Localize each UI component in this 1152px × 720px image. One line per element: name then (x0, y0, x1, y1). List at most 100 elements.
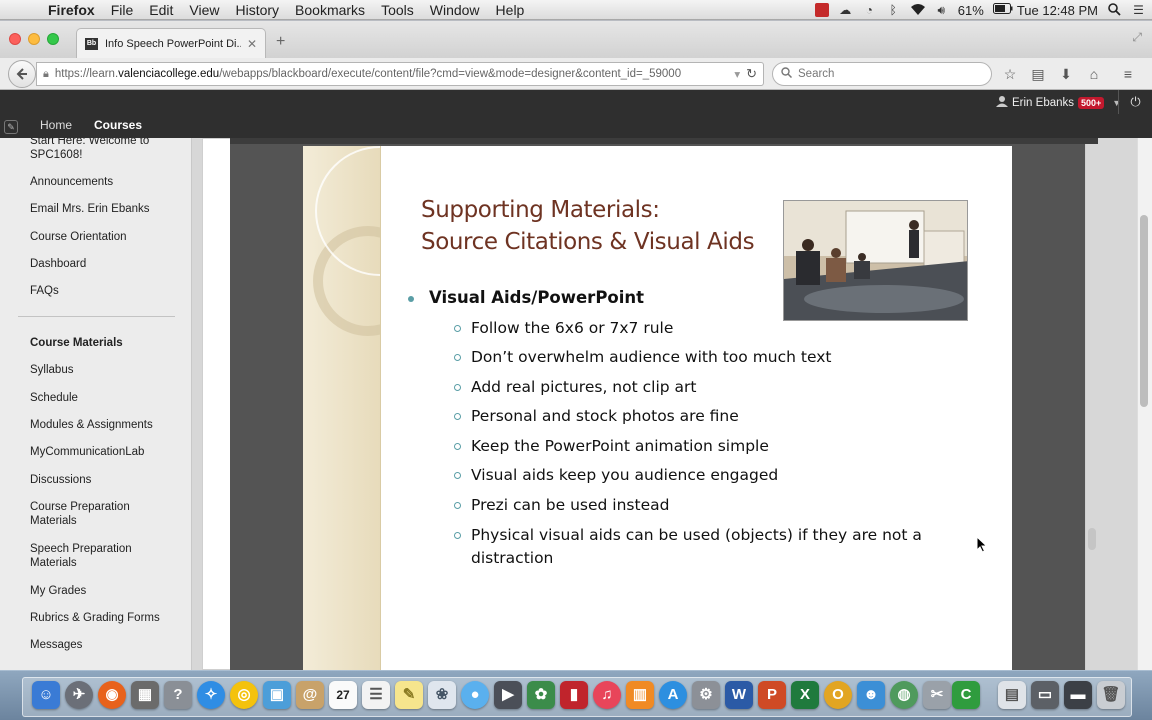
iphoto-icon[interactable]: ✿ (527, 681, 555, 709)
sidebar-item-schedule[interactable]: Schedule (30, 391, 180, 405)
sidebar-item-course-orientation[interactable]: Course Orientation (30, 230, 180, 244)
viewer-scrollbar-thumb[interactable] (1088, 528, 1096, 550)
fullscreen-icon[interactable]: ⤢ (1132, 30, 1142, 45)
user-name[interactable]: Erin Ebanks (1012, 97, 1074, 109)
tab-close-icon[interactable]: ✕ (247, 37, 257, 51)
sidebar-item-faqs[interactable]: FAQs (30, 284, 180, 298)
sidebar-item-speech-preparation[interactable]: Speech Preparation Materials (30, 542, 155, 570)
facetime-icon[interactable]: ▶ (494, 681, 522, 709)
photos-icon[interactable]: ❀ (428, 681, 456, 709)
battery-icon[interactable] (992, 3, 1013, 17)
user-menu[interactable]: Erin Ebanks 500+ ▼ (996, 95, 1121, 110)
word-icon[interactable]: W (725, 681, 753, 709)
menu-edit[interactable]: Edit (141, 2, 181, 18)
notes-icon[interactable]: ✎ (395, 681, 423, 709)
sidebar-item-course-preparation[interactable]: Course Preparation Materials (30, 500, 155, 528)
window-close-button[interactable] (9, 33, 21, 45)
lock-icon[interactable]: 🔒︎ (43, 68, 49, 81)
globe-app-icon[interactable]: ◍ (890, 681, 918, 709)
messages-icon[interactable]: ● (461, 681, 489, 709)
downloads-stack-icon[interactable]: ▭ (1031, 681, 1059, 709)
trash-icon[interactable]: 🗑︎ (1097, 681, 1125, 709)
menu-window[interactable]: Window (422, 2, 488, 18)
preview-icon[interactable]: ▣ (263, 681, 291, 709)
menu-app-name[interactable]: Firefox (46, 2, 103, 18)
safari-icon[interactable]: ✧ (197, 681, 225, 709)
browser-tab[interactable]: Bb Info Speech PowerPoint Di... ✕ (76, 28, 266, 58)
help-icon[interactable]: ? (164, 681, 192, 709)
window-minimize-button[interactable] (28, 33, 40, 45)
menu-view[interactable]: View (181, 2, 227, 18)
sidebar-item-syllabus[interactable]: Syllabus (30, 363, 180, 377)
sidebar-item-start-here[interactable]: Start Here: Welcome to SPC1608! (30, 138, 180, 162)
volume-icon[interactable]: 🔊︎ (934, 3, 949, 17)
menu-help[interactable]: Help (488, 2, 533, 18)
cloud-icon[interactable]: ☁ (838, 3, 853, 17)
reading-list-icon[interactable]: ▤ (1028, 62, 1048, 86)
address-url[interactable]: https://learn.valenciacollege.edu/webapp… (55, 68, 728, 80)
reminders-icon[interactable]: ☰ (362, 681, 390, 709)
sidebar-item-mycommunicationlab[interactable]: MyCommunicationLab (30, 445, 180, 459)
firefox-icon[interactable]: ◉ (98, 681, 126, 709)
menubar-clock[interactable]: Tue 12:48 PM (1017, 3, 1098, 18)
screenshots-stack-icon[interactable]: ▬ (1064, 681, 1092, 709)
menu-history[interactable]: History (227, 2, 287, 18)
sidebar-item-modules-assignments[interactable]: Modules & Assignments (30, 418, 180, 432)
page-scrollbar-thumb[interactable] (1140, 215, 1148, 407)
nav-courses[interactable]: Courses (94, 118, 142, 132)
window-zoom-button[interactable] (47, 33, 59, 45)
open-menu-icon[interactable]: ≡ (1118, 62, 1138, 86)
ibooks-icon[interactable]: ▥ (626, 681, 654, 709)
url-dropdown-icon[interactable]: ▾ (734, 67, 740, 81)
record-status-icon[interactable] (814, 3, 829, 17)
time-machine-icon[interactable]: ◔ (862, 3, 877, 17)
sidebar-item-dashboard[interactable]: Dashboard (30, 257, 180, 271)
notification-badge[interactable]: 500+ (1078, 96, 1105, 109)
utilities-icon[interactable]: ✂ (923, 681, 951, 709)
search-box[interactable]: Search (772, 62, 992, 86)
sidebar-item-discussions[interactable]: Discussions (30, 473, 180, 487)
bookmark-star-icon[interactable]: ☆ (1000, 62, 1020, 86)
menu-bookmarks[interactable]: Bookmarks (287, 2, 373, 18)
logout-power-icon[interactable]: ⏻ (1118, 90, 1152, 114)
downloads-icon[interactable]: ⬇ (1056, 62, 1076, 86)
sidebar-item-messages[interactable]: Messages (30, 638, 180, 652)
itunes-icon[interactable]: ♫ (593, 681, 621, 709)
wifi-icon[interactable] (910, 3, 925, 17)
browser-navigation-bar: 🔒︎ https://learn.valenciacollege.edu/web… (0, 58, 1152, 90)
finder-icon[interactable]: ☺ (32, 681, 60, 709)
sidebar-item-my-grades[interactable]: My Grades (30, 584, 180, 598)
sidebar-heading-course-materials[interactable]: Course Materials (30, 336, 180, 350)
nav-home[interactable]: Home (40, 118, 72, 132)
system-preferences-icon[interactable]: ⚙ (692, 681, 720, 709)
menu-file[interactable]: File (103, 2, 142, 18)
powerpoint-icon[interactable]: P (758, 681, 786, 709)
bluetooth-icon[interactable]: ᛒ (886, 3, 901, 17)
sidebar-item-email[interactable]: Email Mrs. Erin Ebanks (30, 202, 180, 216)
photo-booth-icon[interactable]: ▮ (560, 681, 588, 709)
launchpad-icon[interactable]: ✈ (65, 681, 93, 709)
chrome-icon[interactable]: ◎ (230, 681, 258, 709)
excel-icon[interactable]: X (791, 681, 819, 709)
reload-icon[interactable]: ↻ (746, 66, 757, 82)
documents-stack-icon[interactable]: ▤ (998, 681, 1026, 709)
new-tab-button[interactable]: + (276, 33, 285, 51)
app-store-icon[interactable]: A (659, 681, 687, 709)
contacts-icon[interactable]: @ (296, 681, 324, 709)
home-icon[interactable]: ⌂ (1084, 62, 1104, 86)
sidebar-item-rubrics[interactable]: Rubrics & Grading Forms (30, 611, 180, 625)
edit-mode-pin-icon[interactable]: ✎ (4, 120, 18, 134)
back-button[interactable] (8, 60, 36, 88)
sidebar-item-announcements[interactable]: Announcements (30, 175, 180, 189)
calendar-icon[interactable]: 27 (329, 681, 357, 709)
outlook-icon[interactable]: O (824, 681, 852, 709)
battery-percentage[interactable]: 61% (958, 3, 984, 18)
macos-menubar: Firefox File Edit View History Bookmarks… (0, 0, 1152, 20)
address-bar[interactable]: 🔒︎ https://learn.valenciacollege.edu/web… (36, 62, 764, 86)
screen-recorder-icon[interactable]: ▦ (131, 681, 159, 709)
spotlight-search-icon[interactable] (1107, 3, 1122, 17)
camtasia-icon[interactable]: C (952, 681, 980, 709)
lync-icon[interactable]: ☻ (857, 681, 885, 709)
menu-tools[interactable]: Tools (373, 2, 422, 18)
notification-center-icon[interactable]: ☰ (1131, 3, 1146, 17)
